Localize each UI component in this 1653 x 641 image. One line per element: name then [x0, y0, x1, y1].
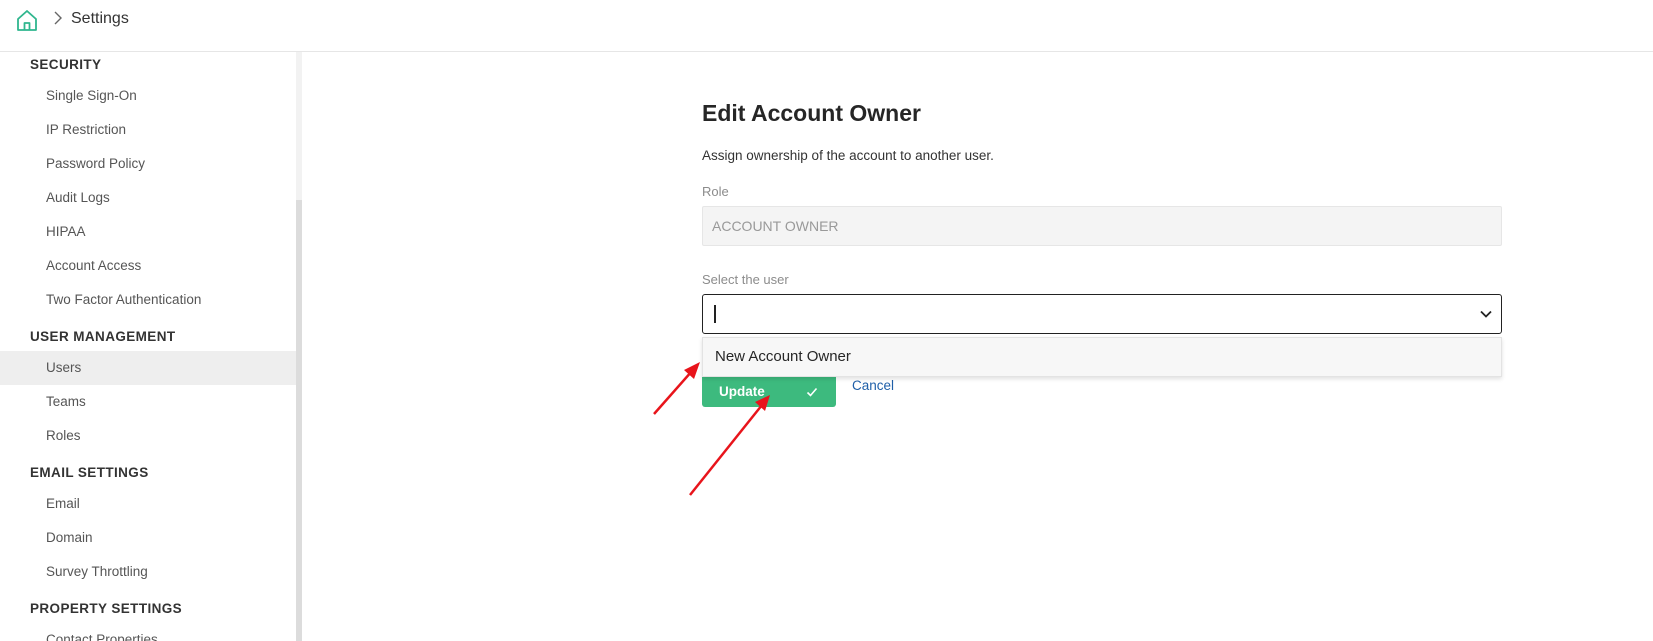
page-title: Edit Account Owner [702, 100, 921, 126]
settings-sidebar: SECURITY Single Sign-On IP Restriction P… [0, 52, 302, 641]
sidebar-item-account-access[interactable]: Account Access [0, 249, 296, 283]
sidebar-item-teams[interactable]: Teams [0, 385, 296, 419]
section-heading-email-settings: EMAIL SETTINGS [30, 465, 149, 480]
sidebar-item-users[interactable]: Users [0, 351, 296, 385]
sidebar-item-audit-logs[interactable]: Audit Logs [0, 181, 296, 215]
section-heading-user-management: USER MANAGEMENT [30, 329, 176, 344]
sidebar-item-domain[interactable]: Domain [0, 521, 296, 555]
sidebar-item-ip-restriction[interactable]: IP Restriction [0, 113, 296, 147]
user-select-input[interactable] [702, 294, 1502, 334]
select-user-label: Select the user [702, 272, 789, 287]
dropdown-option-new-account-owner[interactable]: New Account Owner [702, 337, 1502, 377]
main-content: Edit Account Owner Assign ownership of t… [302, 52, 1653, 641]
role-field: ACCOUNT OWNER [702, 206, 1502, 246]
breadcrumb-title: Settings [71, 10, 129, 27]
sidebar-item-roles[interactable]: Roles [0, 419, 296, 453]
sidebar-item-two-factor-authentication[interactable]: Two Factor Authentication [0, 283, 296, 317]
chevron-down-icon[interactable] [1479, 307, 1493, 321]
sidebar-item-contact-properties[interactable]: Contact Properties [0, 623, 296, 641]
form-description: Assign ownership of the account to anoth… [702, 148, 994, 163]
sidebar-item-hipaa[interactable]: HIPAA [0, 215, 296, 249]
cancel-link[interactable]: Cancel [852, 378, 894, 393]
text-cursor [714, 305, 716, 323]
home-icon[interactable] [15, 8, 39, 32]
sidebar-item-single-sign-on[interactable]: Single Sign-On [0, 79, 296, 113]
role-label: Role [702, 184, 729, 199]
section-heading-property-settings: PROPERTY SETTINGS [30, 601, 183, 616]
check-icon [806, 387, 818, 397]
sidebar-item-survey-throttling[interactable]: Survey Throttling [0, 555, 296, 589]
update-button-label: Update [719, 384, 765, 399]
top-bar: Settings [0, 0, 1653, 52]
chevron-right-icon [54, 11, 62, 25]
section-heading-security: SECURITY [30, 57, 102, 72]
sidebar-item-password-policy[interactable]: Password Policy [0, 147, 296, 181]
sidebar-item-email[interactable]: Email [0, 487, 296, 521]
